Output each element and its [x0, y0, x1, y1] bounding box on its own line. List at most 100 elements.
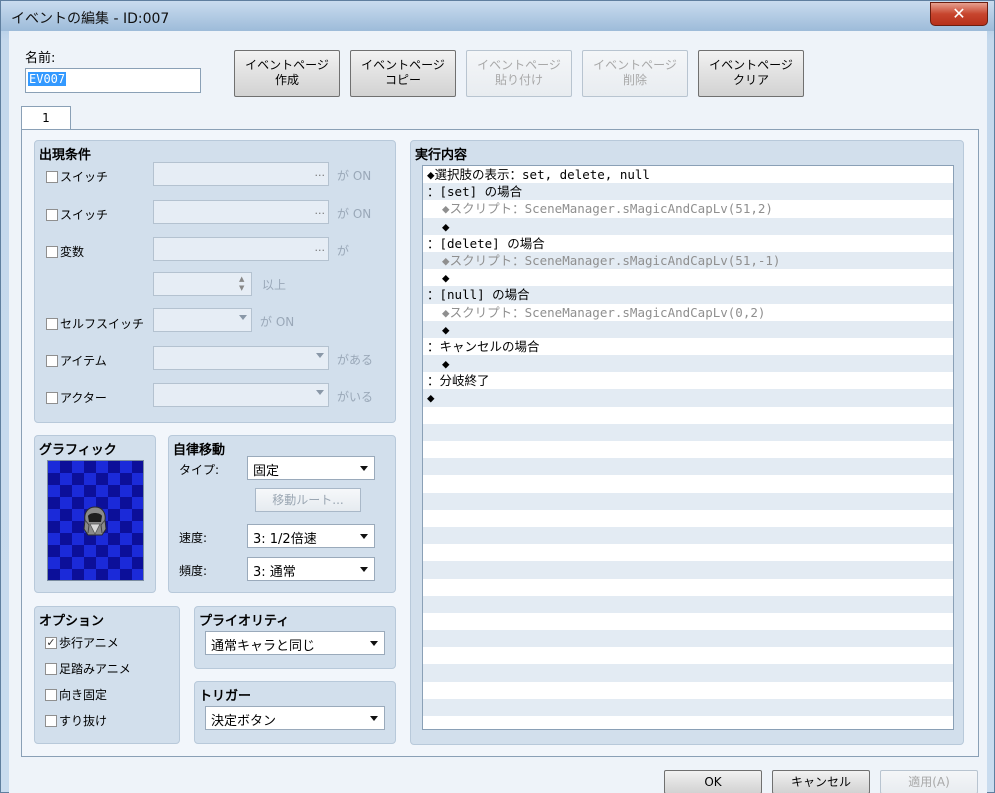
- priority-title: プライオリティ: [199, 614, 290, 629]
- empty-command-row[interactable]: [423, 458, 953, 476]
- item-select[interactable]: [153, 346, 329, 370]
- empty-command-row[interactable]: [423, 561, 953, 579]
- switch2-checkbox[interactable]: スイッチ: [46, 206, 108, 223]
- autonomous-title: 自律移動: [173, 443, 226, 458]
- empty-command-row[interactable]: [423, 492, 953, 510]
- through-checkbox[interactable]: すり抜け: [45, 712, 107, 729]
- graphic-title: グラフィック: [39, 443, 117, 458]
- empty-command-row[interactable]: [423, 475, 953, 492]
- variable-field[interactable]: ...: [153, 237, 329, 261]
- command-row[interactable]: ◆: [423, 217, 953, 235]
- command-row[interactable]: ：キャンセルの場合: [423, 338, 953, 355]
- speed-label: 速度:: [179, 531, 208, 545]
- command-row[interactable]: ：[set] の場合: [423, 183, 953, 201]
- spinner-arrows-icon[interactable]: ▲ ▼: [239, 275, 249, 293]
- frequency-select[interactable]: 3: 通常: [247, 557, 375, 581]
- title-bar[interactable]: イベントの編集 - ID:007 ✕: [1, 1, 994, 31]
- ellipsis-icon: ...: [314, 204, 326, 217]
- switch2-suffix: が ON: [337, 207, 372, 221]
- priority-group: プライオリティ 通常キャラと同じ: [194, 606, 396, 669]
- graphic-preview[interactable]: [47, 460, 144, 581]
- name-input[interactable]: EV007: [25, 68, 201, 93]
- checkbox-box: [45, 662, 57, 675]
- direction-fix-checkbox[interactable]: 向き固定: [45, 686, 107, 703]
- contents-title: 実行内容: [415, 148, 468, 163]
- command-row[interactable]: ◆選択肢の表示：set, delete, null: [423, 166, 953, 183]
- command-row[interactable]: ◆スクリプト：SceneManager.sMagicAndCapLv(51,-1…: [423, 251, 953, 270]
- empty-command-row[interactable]: [423, 544, 953, 561]
- trigger-select[interactable]: 決定ボタン: [205, 706, 385, 730]
- ellipsis-icon: ...: [314, 241, 326, 254]
- window-title: イベントの編集 - ID:007: [11, 11, 170, 27]
- command-row[interactable]: ◆: [423, 269, 953, 286]
- checkbox-box: [46, 208, 58, 221]
- dialog-client-area: 名前: EV007 イベントページ 作成 イベントページ コピー イベントページ…: [9, 31, 987, 793]
- delete-page-button[interactable]: イベントページ 削除: [582, 50, 688, 97]
- name-value: EV007: [28, 72, 67, 86]
- chevron-down-icon: [360, 466, 368, 471]
- command-row[interactable]: ◆: [423, 389, 953, 407]
- walking-anime-checkbox[interactable]: ✓ 歩行アニメ: [45, 634, 119, 651]
- empty-command-row[interactable]: [423, 630, 953, 648]
- self-switch-checkbox[interactable]: セルフスイッチ: [46, 315, 144, 332]
- variable-suffix: が: [337, 244, 350, 258]
- empty-command-row[interactable]: [423, 698, 953, 716]
- empty-command-row[interactable]: [423, 595, 953, 613]
- command-row[interactable]: ◆: [423, 320, 953, 338]
- chevron-down-icon: [239, 315, 247, 320]
- checkbox-box: [46, 245, 58, 258]
- empty-command-row[interactable]: [423, 716, 953, 729]
- close-button[interactable]: ✕: [930, 2, 988, 26]
- command-row[interactable]: ：[delete] の場合: [423, 235, 953, 252]
- autonomous-movement-group: 自律移動 タイプ: 固定 移動ルート... 速度: 3: 1/2倍速 頻度: 3…: [168, 435, 396, 593]
- switch1-checkbox[interactable]: スイッチ: [46, 168, 108, 185]
- switch1-suffix: が ON: [337, 169, 372, 183]
- empty-command-row[interactable]: [423, 526, 953, 545]
- variable-value-spinner[interactable]: ▲ ▼: [153, 272, 252, 296]
- conditions-title: 出現条件: [39, 148, 92, 163]
- empty-command-row[interactable]: [423, 664, 953, 682]
- self-switch-select[interactable]: [153, 308, 252, 332]
- create-page-button[interactable]: イベントページ 作成: [234, 50, 340, 97]
- empty-command-row[interactable]: [423, 579, 953, 596]
- empty-command-row[interactable]: [423, 613, 953, 630]
- actor-select[interactable]: [153, 383, 329, 407]
- variable-checkbox[interactable]: 変数: [46, 243, 84, 260]
- empty-command-row[interactable]: [423, 407, 953, 424]
- command-row[interactable]: ◆スクリプト：SceneManager.sMagicAndCapLv(0,2): [423, 304, 953, 321]
- movement-type-select[interactable]: 固定: [247, 456, 375, 480]
- chevron-down-icon: [370, 641, 378, 646]
- command-row[interactable]: ：[null] の場合: [423, 286, 953, 304]
- tab-page-1[interactable]: 1: [21, 106, 71, 130]
- cancel-button[interactable]: キャンセル: [772, 770, 870, 793]
- empty-command-row[interactable]: [423, 510, 953, 527]
- empty-command-row[interactable]: [423, 423, 953, 441]
- command-row[interactable]: ：分岐終了: [423, 372, 953, 389]
- actor-checkbox[interactable]: アクター: [46, 389, 107, 406]
- priority-select[interactable]: 通常キャラと同じ: [205, 631, 385, 655]
- stepping-anime-checkbox[interactable]: 足踏みアニメ: [45, 660, 131, 677]
- graphic-group: グラフィック: [34, 435, 156, 593]
- command-row[interactable]: ◆: [423, 355, 953, 373]
- checkbox-box: [46, 170, 58, 183]
- empty-command-row[interactable]: [423, 647, 953, 664]
- apply-button[interactable]: 適用(A): [880, 770, 978, 793]
- move-route-button[interactable]: 移動ルート...: [255, 488, 361, 512]
- copy-page-button[interactable]: イベントページ コピー: [350, 50, 456, 97]
- command-row[interactable]: ◆スクリプト：SceneManager.sMagicAndCapLv(51,2): [423, 200, 953, 217]
- switch1-field[interactable]: ...: [153, 162, 329, 186]
- clear-page-button[interactable]: イベントページ クリア: [698, 50, 804, 97]
- event-command-list[interactable]: ◆選択肢の表示：set, delete, null ：[set] の場合 ◆スクリ…: [422, 165, 954, 730]
- checkbox-box: [45, 688, 57, 701]
- variable-threshold-suffix: 以上: [262, 278, 287, 292]
- chevron-down-icon: [316, 353, 324, 358]
- empty-command-row[interactable]: [423, 441, 953, 458]
- event-editor-window: イベントの編集 - ID:007 ✕ 名前: EV007 イベントページ 作成 …: [0, 0, 995, 793]
- chevron-down-icon: [360, 534, 368, 539]
- empty-command-row[interactable]: [423, 682, 953, 699]
- item-checkbox[interactable]: アイテム: [46, 352, 107, 369]
- speed-select[interactable]: 3: 1/2倍速: [247, 524, 375, 548]
- switch2-field[interactable]: ...: [153, 200, 329, 224]
- ok-button[interactable]: OK: [664, 770, 762, 793]
- paste-page-button[interactable]: イベントページ 貼り付け: [466, 50, 572, 97]
